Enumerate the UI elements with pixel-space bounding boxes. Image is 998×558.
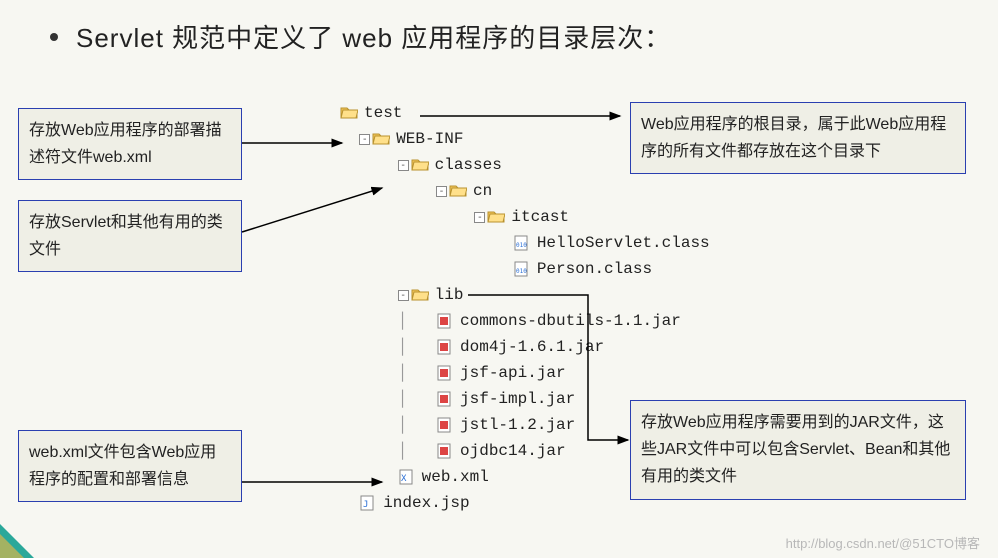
corner-decoration-2	[0, 534, 24, 558]
expander-icon: -	[474, 212, 485, 223]
folder-open-icon	[487, 209, 505, 225]
arrow-c1-to-webinf	[242, 138, 352, 148]
node-label: dom4j-1.6.1.jar	[460, 338, 604, 356]
jar-file-icon	[436, 443, 454, 459]
jar-file-icon	[436, 365, 454, 381]
callout-text: web.xml文件包含Web应用程序的配置和部署信息	[29, 444, 216, 488]
tree-node-jar3: │ jsf-api.jar	[340, 360, 710, 386]
tree-node-person: 010 Person.class	[340, 256, 710, 282]
node-label: web.xml	[422, 468, 489, 486]
folder-open-icon	[411, 157, 429, 173]
expander-icon: -	[436, 186, 447, 197]
folder-open-icon	[340, 105, 358, 121]
jar-file-icon	[436, 313, 454, 329]
jar-file-icon	[436, 339, 454, 355]
node-label: jstl-1.2.jar	[460, 416, 575, 434]
xml-file-icon: X	[398, 469, 416, 485]
tree-node-cn: - cn	[340, 178, 710, 204]
tree-node-webxml: X web.xml	[340, 464, 710, 490]
tree-node-webinf: - WEB-INF	[340, 126, 710, 152]
expander-icon: -	[359, 134, 370, 145]
expander-icon: -	[398, 160, 409, 171]
tree-node-hello: 010 HelloServlet.class	[340, 230, 710, 256]
node-label: test	[364, 104, 402, 122]
svg-text:010: 010	[516, 242, 527, 249]
node-label: commons-dbutils-1.1.jar	[460, 312, 681, 330]
tree-node-jar2: │ dom4j-1.6.1.jar	[340, 334, 710, 360]
node-label: ojdbc14.jar	[460, 442, 566, 460]
tree-node-itcast: - itcast	[340, 204, 710, 230]
folder-open-icon	[411, 287, 429, 303]
callout-text: 存放Web应用程序的部署描述符文件web.xml	[29, 122, 222, 166]
jar-file-icon	[436, 391, 454, 407]
folder-open-icon	[372, 131, 390, 147]
tree-node-lib: - lib	[340, 282, 710, 308]
tree-node-jar5: │ jstl-1.2.jar	[340, 412, 710, 438]
svg-text:J: J	[363, 500, 368, 510]
tree-node-jar1: │ commons-dbutils-1.1.jar	[340, 308, 710, 334]
node-label: HelloServlet.class	[537, 234, 710, 252]
node-label: itcast	[511, 208, 569, 226]
tree-node-classes: - classes	[340, 152, 710, 178]
expander-icon: -	[398, 290, 409, 301]
tree-node-jar6: │ ojdbc14.jar	[340, 438, 710, 464]
page-title: Servlet 规范中定义了 web 应用程序的目录层次：	[50, 18, 671, 55]
watermark-text: http://blog.csdn.net/@51CTO博客	[786, 536, 980, 551]
callout-webxml-config: web.xml文件包含Web应用程序的配置和部署信息	[18, 430, 242, 502]
callout-text: 存放Servlet和其他有用的类文件	[29, 214, 223, 258]
callout-classes-desc: 存放Servlet和其他有用的类文件	[18, 200, 242, 272]
node-label: jsf-api.jar	[460, 364, 566, 382]
node-label: lib	[435, 286, 464, 304]
tree-node-jar4: │ jsf-impl.jar	[340, 386, 710, 412]
tree-node-index: J index.jsp	[340, 490, 710, 516]
tree-node-test: test	[340, 100, 710, 126]
title-text: Servlet 规范中定义了 web 应用程序的目录层次：	[76, 23, 671, 53]
node-label: cn	[473, 182, 492, 200]
svg-text:X: X	[401, 474, 407, 484]
node-label: index.jsp	[383, 494, 469, 512]
folder-open-icon	[449, 183, 467, 199]
jsp-file-icon: J	[359, 495, 377, 511]
bullet-icon	[50, 33, 58, 41]
jar-file-icon	[436, 417, 454, 433]
callout-webxml-desc: 存放Web应用程序的部署描述符文件web.xml	[18, 108, 242, 180]
watermark: http://blog.csdn.net/@51CTO博客	[786, 533, 980, 552]
node-label: WEB-INF	[396, 130, 463, 148]
class-file-icon: 010	[513, 261, 531, 277]
directory-tree: test - WEB-INF - classes - cn - itcast 0…	[340, 100, 710, 516]
node-label: Person.class	[537, 260, 652, 278]
svg-text:010: 010	[516, 268, 527, 275]
class-file-icon: 010	[513, 235, 531, 251]
node-label: classes	[435, 156, 502, 174]
node-label: jsf-impl.jar	[460, 390, 575, 408]
